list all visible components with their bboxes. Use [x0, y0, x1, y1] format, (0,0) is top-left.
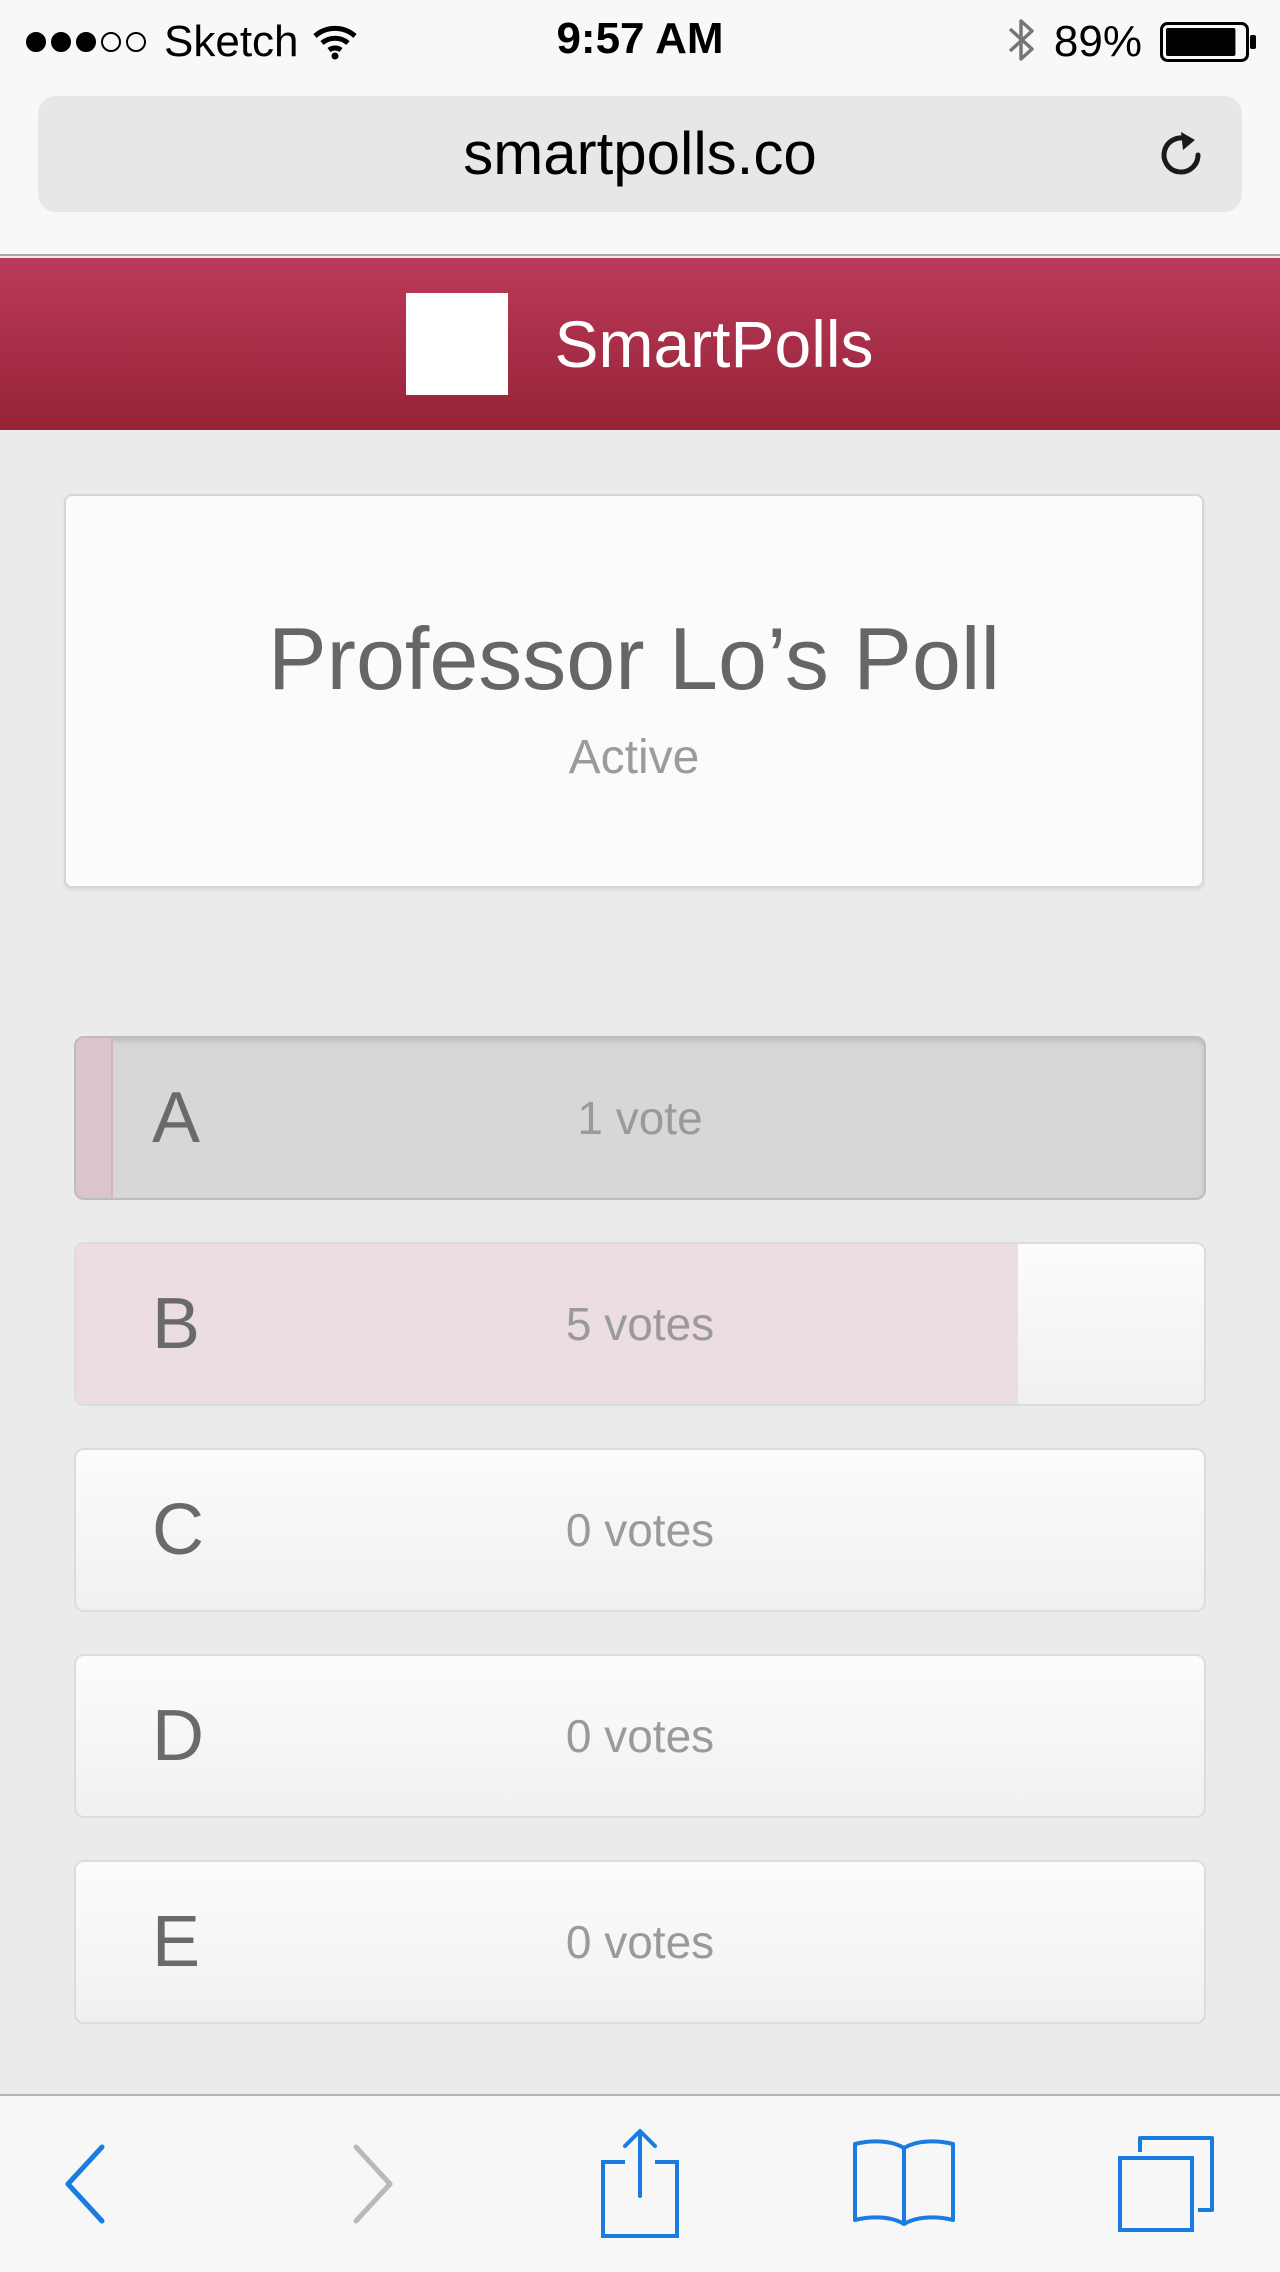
bluetooth-icon — [1006, 15, 1036, 70]
option-votes: 0 votes — [565, 1504, 715, 1556]
back-button[interactable] — [26, 2126, 146, 2246]
option-d-button[interactable]: D 0 votes — [74, 1654, 1206, 1818]
brand[interactable]: SmartPolls — [0, 258, 1280, 430]
reload-icon[interactable] — [1154, 128, 1208, 182]
address-bar[interactable]: smartpolls.co — [38, 96, 1242, 212]
tabs-icon — [1114, 2132, 1218, 2241]
bookmarks-button[interactable] — [844, 2126, 964, 2246]
option-votes: 1 vote — [577, 1092, 703, 1144]
tabs-button[interactable] — [1106, 2126, 1226, 2246]
option-votes: 0 votes — [565, 1916, 715, 1968]
poll-title: Professor Lo’s Poll — [267, 609, 1001, 708]
poll-card: Professor Lo’s Poll Active — [64, 494, 1204, 888]
share-icon — [595, 2126, 685, 2247]
poll-status: Active — [568, 731, 700, 784]
battery-icon — [1160, 22, 1258, 62]
logo-icon — [406, 293, 509, 395]
site-header: SmartPolls — [0, 258, 1280, 430]
chevron-right-icon — [342, 2139, 402, 2234]
option-c-button[interactable]: C 0 votes — [74, 1448, 1206, 1612]
status-bar: Sketch 9:57 AM 89% — [0, 0, 1280, 82]
brand-name: SmartPolls — [554, 307, 874, 381]
share-button[interactable] — [580, 2126, 700, 2246]
divider — [0, 254, 1280, 256]
url-text[interactable]: smartpolls.co — [38, 96, 1242, 212]
browser-toolbar — [0, 2094, 1280, 2272]
browser-address-area: smartpolls.co — [0, 82, 1280, 256]
chevron-left-icon — [56, 2139, 116, 2234]
option-votes: 5 votes — [565, 1298, 715, 1350]
book-icon — [849, 2134, 959, 2239]
option-e-button[interactable]: E 0 votes — [74, 1860, 1206, 2024]
option-b-button[interactable]: B 5 votes — [74, 1242, 1206, 1406]
status-right: 89% — [1006, 14, 1258, 70]
forward-button[interactable] — [312, 2126, 432, 2246]
option-votes: 0 votes — [565, 1710, 715, 1762]
battery-percent: 89% — [1053, 17, 1142, 66]
option-a-button[interactable]: A 1 vote — [74, 1036, 1206, 1200]
